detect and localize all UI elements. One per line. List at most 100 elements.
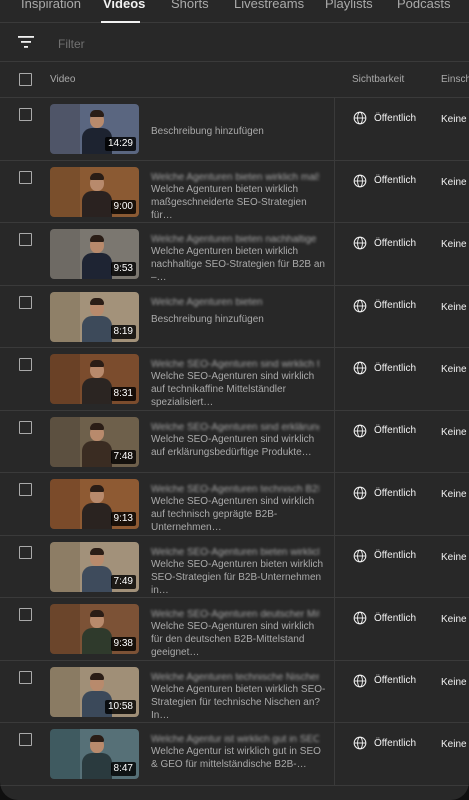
video-description: Welche Agentur ist wirklich gut in SEO &… — [151, 746, 321, 770]
filter-icon[interactable] — [18, 36, 34, 48]
visibility-dropdown[interactable]: Öffentlich — [353, 236, 416, 250]
row-checkbox[interactable] — [19, 108, 32, 121]
video-description: Welche Agenturen bieten wirklich SEO-Str… — [151, 683, 326, 721]
tab-videos[interactable]: Videos — [103, 0, 145, 11]
visibility-label: Öffentlich — [374, 612, 417, 624]
select-all-checkbox[interactable] — [19, 73, 32, 86]
globe-icon — [353, 361, 367, 375]
visibility-dropdown[interactable]: Öffentlich — [353, 111, 416, 125]
video-duration: 10:58 — [104, 699, 136, 714]
visibility-label: Öffentlich — [374, 487, 417, 499]
tab-inspiration[interactable]: Inspiration — [21, 0, 81, 11]
video-title[interactable]: Welche SEO-Agenturen sind erklärungsbedü… — [151, 423, 319, 432]
table-row[interactable]: 14:29 Beschreibung hinzufügen Öffentlich… — [0, 98, 469, 161]
column-divider — [334, 660, 335, 722]
video-thumbnail[interactable]: 9:13 — [50, 479, 139, 529]
restriction-value: Keine — [441, 364, 467, 375]
thumbnail-person — [90, 422, 104, 430]
tab-playlists[interactable]: Playlists — [325, 0, 373, 11]
video-title[interactable]: Welche Agenturen bieten — [151, 298, 319, 307]
video-title[interactable] — [151, 110, 319, 119]
video-thumbnail[interactable]: 9:00 — [50, 166, 139, 217]
restriction-value: Keine — [441, 426, 467, 438]
video-description: Welche SEO-Agenturen sind wirklich für d… — [151, 621, 315, 658]
visibility-dropdown[interactable]: Öffentlich — [353, 736, 416, 750]
visibility-dropdown[interactable]: Öffentlich — [353, 611, 416, 625]
thumbnail-person — [82, 190, 112, 217]
tab-podcasts[interactable]: Podcasts — [397, 0, 450, 11]
filter-input[interactable] — [56, 32, 440, 56]
visibility-dropdown[interactable]: Öffentlich — [353, 299, 416, 313]
video-title[interactable]: Welche SEO-Agenturen deutscher Mittelsta… — [151, 610, 319, 619]
visibility-dropdown[interactable]: Öffentlich — [353, 674, 416, 688]
video-thumbnail[interactable]: 7:49 — [50, 541, 139, 592]
table-row[interactable]: 9:38 Welche SEO-Agenturen deutscher Mitt… — [0, 598, 469, 661]
row-checkbox[interactable] — [19, 545, 32, 559]
video-description: Welche SEO-Agenturen bieten wirklich SEO… — [151, 558, 324, 596]
row-checkbox[interactable] — [19, 233, 32, 246]
column-divider — [334, 410, 335, 472]
tab-livestreams[interactable]: Livestreams — [234, 0, 304, 11]
globe-icon — [353, 674, 367, 687]
row-checkbox[interactable] — [19, 170, 32, 184]
table-row[interactable]: 9:53 Welche Agenturen bieten nachhaltige… — [0, 223, 469, 286]
tab-shorts[interactable]: Shorts — [171, 0, 209, 11]
video-thumbnail[interactable]: 7:48 — [50, 416, 139, 467]
video-title[interactable]: Welche Agenturen technische Nischen SEO — [151, 673, 319, 682]
video-description: Welche SEO-Agenturen sind wirklich auf t… — [151, 496, 315, 533]
video-title[interactable]: Welche SEO-Agenturen technisch B2B — [151, 485, 319, 494]
visibility-dropdown[interactable]: Öffentlich — [353, 361, 416, 375]
table-row[interactable]: 8:47 Welche Agentur ist wirklich gut in … — [0, 723, 469, 786]
video-thumbnail[interactable]: 8:47 — [50, 729, 139, 779]
row-checkbox[interactable] — [19, 420, 32, 434]
visibility-dropdown[interactable]: Öffentlich — [353, 174, 416, 188]
column-divider — [334, 473, 335, 535]
column-restrictions[interactable]: Einsch — [441, 74, 469, 85]
table-row[interactable]: 10:58 Welche Agenturen technische Nische… — [0, 660, 469, 723]
globe-icon — [353, 236, 367, 250]
table-row[interactable]: 8:31 Welche SEO-Agenturen sind wirklich … — [0, 348, 469, 411]
thumbnail-background — [50, 104, 80, 154]
video-thumbnail[interactable]: 9:38 — [50, 604, 139, 654]
video-title[interactable]: Welche SEO-Agenturen bieten wirklich SEO… — [151, 548, 319, 557]
table-row[interactable]: 8:19 Welche Agenturen bieten Beschreibun… — [0, 285, 469, 348]
restriction-value: Keine — [441, 614, 467, 625]
visibility-dropdown[interactable]: Öffentlich — [353, 486, 416, 500]
video-title[interactable]: Welche Agentur ist wirklich gut in SEO G… — [151, 735, 319, 744]
row-checkbox[interactable] — [19, 733, 32, 746]
table-row[interactable]: 9:00 Welche Agenturen bieten wirklich ma… — [0, 160, 469, 223]
video-title[interactable]: Welche Agenturen bieten nachhaltige SEO — [151, 235, 319, 244]
video-title[interactable]: Welche SEO-Agenturen sind wirklich techn… — [151, 360, 319, 369]
video-title[interactable]: Welche Agenturen bieten wirklich maßgesc… — [151, 173, 319, 182]
table-row[interactable]: 7:49 Welche SEO-Agenturen bieten wirklic… — [0, 535, 469, 598]
thumbnail-background — [50, 541, 80, 592]
visibility-dropdown[interactable]: Öffentlich — [353, 549, 416, 563]
visibility-dropdown[interactable]: Öffentlich — [353, 424, 416, 438]
video-duration: 9:53 — [110, 262, 136, 276]
video-duration: 8:31 — [110, 387, 136, 401]
thumbnail-person — [90, 735, 104, 742]
visibility-label: Öffentlich — [374, 737, 417, 749]
video-thumbnail[interactable]: 9:53 — [50, 229, 139, 279]
column-video[interactable]: Video — [50, 74, 75, 85]
row-checkbox[interactable] — [19, 608, 32, 621]
row-checkbox[interactable] — [19, 358, 32, 371]
table-row[interactable]: 7:48 Welche SEO-Agenturen sind erklärung… — [0, 410, 469, 473]
video-thumbnail[interactable]: 8:19 — [50, 291, 139, 342]
column-divider — [334, 223, 335, 285]
row-checkbox[interactable] — [19, 295, 32, 309]
column-divider — [334, 160, 335, 222]
video-thumbnail[interactable]: 14:29 — [50, 104, 139, 154]
video-description: Welche SEO-Agenturen sind wirklich auf t… — [151, 371, 315, 408]
table-row[interactable]: 9:13 Welche SEO-Agenturen technisch B2B … — [0, 473, 469, 536]
row-checkbox[interactable] — [19, 670, 32, 684]
visibility-label: Öffentlich — [374, 300, 417, 311]
thumbnail-person — [82, 628, 112, 654]
video-thumbnail[interactable]: 8:31 — [50, 354, 139, 404]
video-thumbnail[interactable]: 10:58 — [50, 666, 139, 717]
visibility-label: Öffentlich — [374, 237, 417, 249]
thumbnail-person — [90, 672, 104, 680]
visibility-label: Öffentlich — [374, 425, 417, 436]
row-checkbox[interactable] — [19, 483, 32, 496]
column-visibility[interactable]: Sichtbarkeit — [352, 74, 404, 85]
